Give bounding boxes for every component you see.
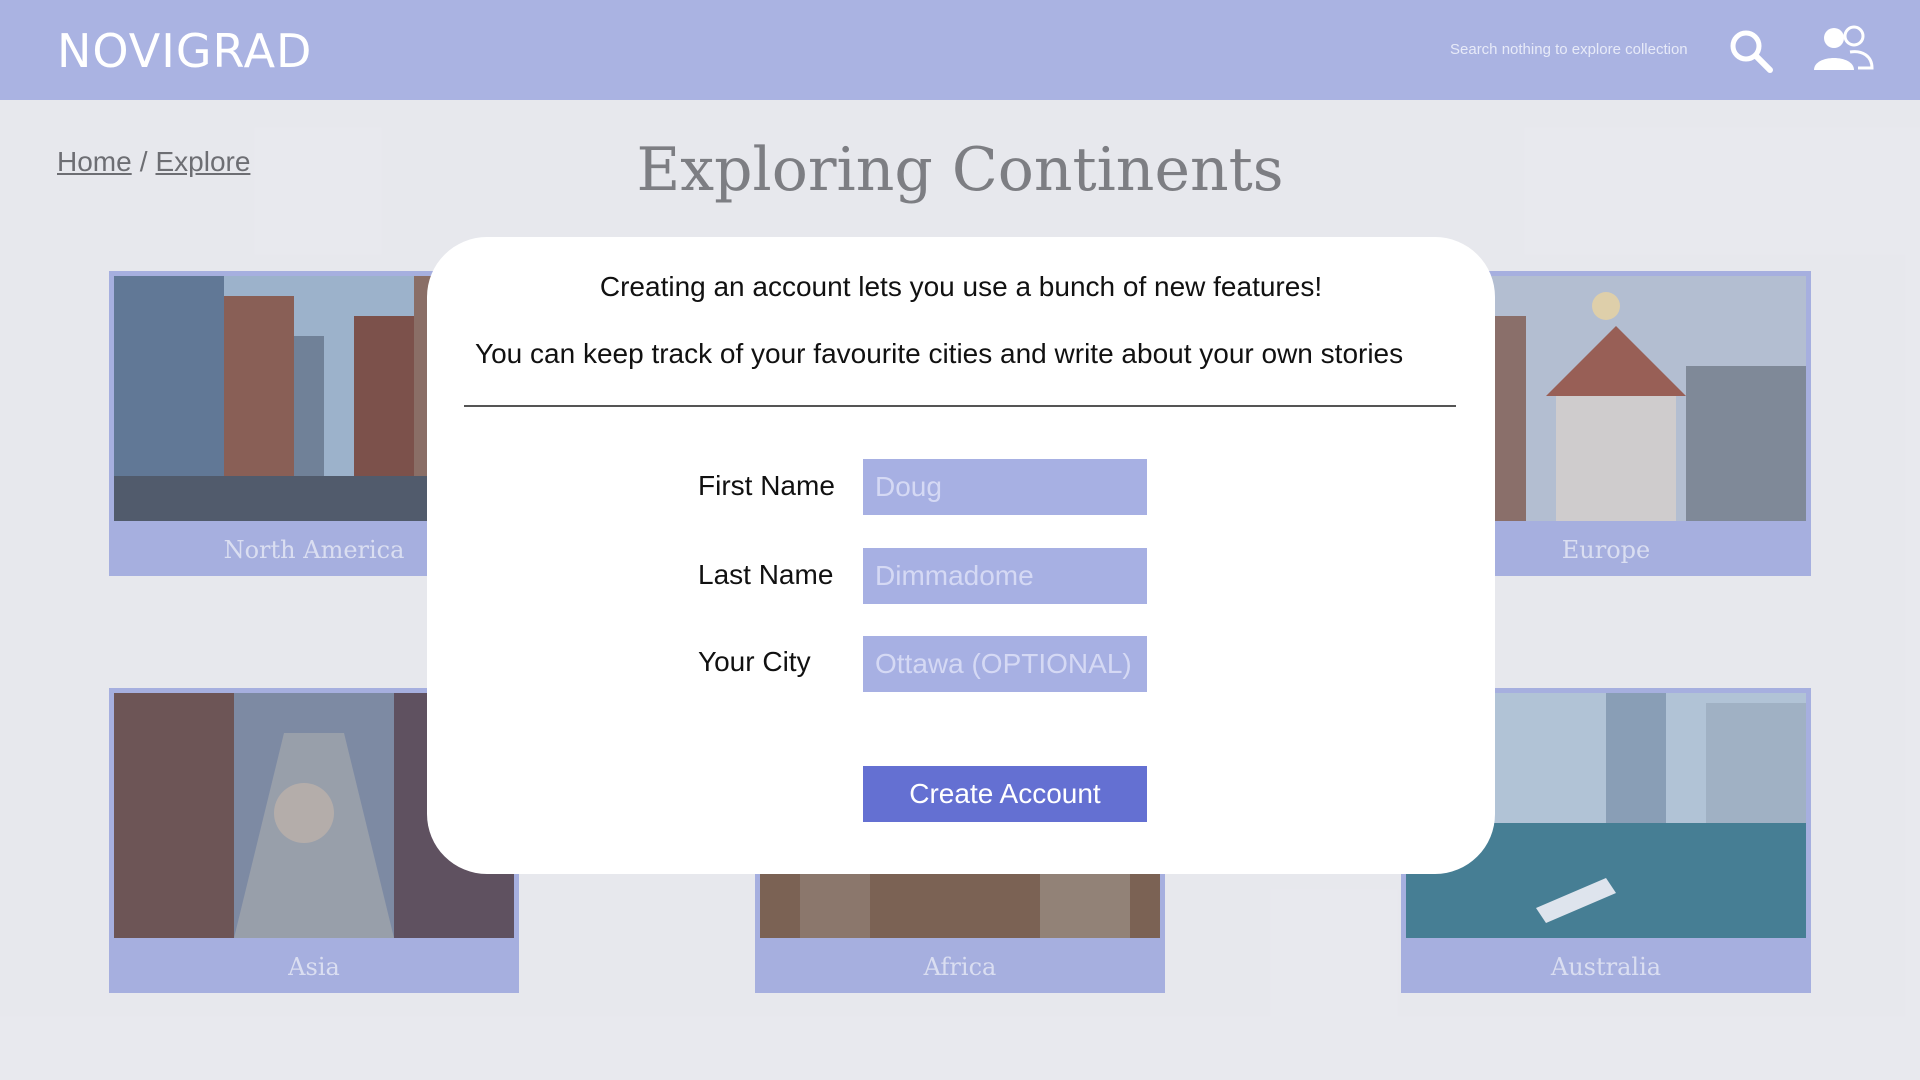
modal-intro-text: Creating an account lets you use a bunch… <box>599 271 1323 302</box>
last-name-input[interactable] <box>863 548 1147 604</box>
modal-divider <box>464 405 1456 407</box>
last-name-label: Last Name <box>698 559 834 590</box>
city-label: Your City <box>698 646 811 677</box>
first-name-input[interactable] <box>863 459 1147 515</box>
brand-logo[interactable]: NOVIGRAD <box>57 24 312 78</box>
city-input[interactable] <box>863 636 1147 692</box>
create-account-modal: Creating an account lets you use a bunch… <box>427 237 1495 874</box>
create-account-button[interactable]: Create Account <box>863 766 1147 822</box>
top-header: NOVIGRAD Search nothing to explore colle… <box>0 0 1920 100</box>
search-icon[interactable] <box>1728 28 1774 74</box>
first-name-label: First Name <box>698 470 835 501</box>
search-hint[interactable]: Search nothing to explore collection <box>1450 41 1688 58</box>
modal-features-text: You can keep track of your favourite cit… <box>475 338 1404 369</box>
users-icon[interactable] <box>1810 24 1874 72</box>
